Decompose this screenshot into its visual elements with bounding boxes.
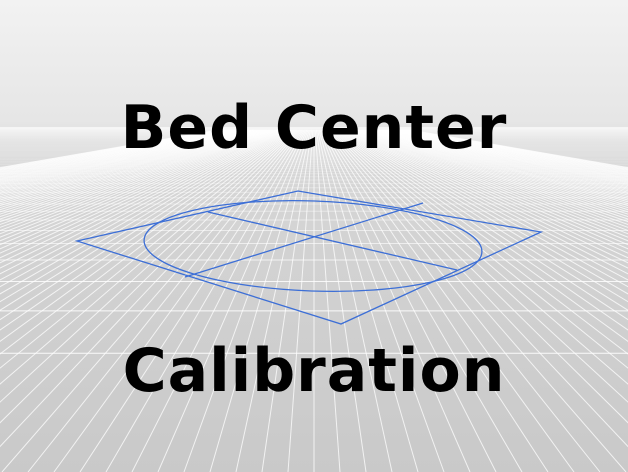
grid-line	[321, 129, 497, 472]
grid-line	[314, 129, 341, 472]
title-line-1: Bed Center	[120, 93, 508, 163]
3d-viewport[interactable]: Bed Center Calibration	[0, 0, 628, 472]
grid-lines	[0, 126, 628, 472]
grid-line	[131, 129, 307, 472]
model-cross-line-a	[207, 211, 458, 271]
grid-line	[319, 129, 445, 472]
grid-line	[183, 129, 309, 472]
grid-line	[317, 129, 393, 472]
grid-line	[388, 129, 628, 184]
title-line-2: Calibration	[122, 336, 506, 406]
grid-line	[235, 129, 311, 472]
grid-line	[287, 129, 314, 472]
grid-line	[0, 129, 240, 184]
